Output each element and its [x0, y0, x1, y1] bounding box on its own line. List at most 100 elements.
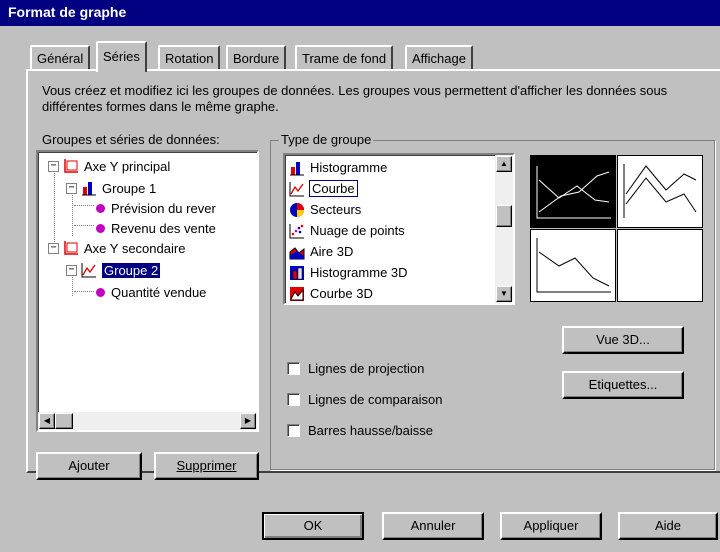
list-item-histogram-3d[interactable]: Histogramme 3D	[289, 262, 408, 283]
checkbox-box[interactable]	[287, 362, 300, 375]
list-vertical-scrollbar[interactable]	[495, 155, 513, 303]
button-label: Supprimer	[176, 458, 237, 473]
tree-node-label: Revenu des vente	[111, 220, 216, 236]
tree-node-label-selected: Groupe 2	[100, 261, 162, 279]
list-item-label: Courbe 3D	[310, 286, 373, 301]
scatter-chart-icon	[289, 223, 305, 239]
tab-label: Général	[37, 51, 84, 66]
checkbox-label: Lignes de comparaison	[308, 392, 443, 407]
list-item-label-focused: Courbe	[309, 180, 358, 197]
bar-chart-icon	[289, 160, 305, 176]
apply-button[interactable]: Appliquer	[500, 512, 602, 540]
list-item-area-3d[interactable]: Aire 3D	[289, 241, 353, 262]
delete-button[interactable]: Supprimer	[154, 452, 259, 480]
description-text: Vous créez et modifiez ici les groupes d…	[42, 83, 668, 114]
line-chart-preview-icon	[536, 238, 611, 293]
chart-preview-option[interactable]	[617, 155, 703, 228]
collapse-icon[interactable]: −	[48, 242, 59, 254]
tree-node-series[interactable]: Prévision du rever	[94, 198, 216, 218]
window-title-bar[interactable]: Format de graphe	[0, 0, 720, 26]
list-item-curve-3d[interactable]: Courbe 3D	[289, 283, 373, 304]
tab-label: Rotation	[165, 51, 214, 66]
line-chart-icon	[81, 262, 97, 278]
view-3d-button[interactable]: Vue 3D...	[562, 326, 684, 354]
tab-background[interactable]: Trame de fond	[295, 45, 394, 70]
scroll-right-icon[interactable]: ▶	[240, 413, 256, 429]
tree-label: Groupes et séries de données:	[42, 132, 220, 147]
tree-node-label: Axe Y principal	[84, 158, 171, 174]
list-item-pie[interactable]: Secteurs	[289, 199, 361, 220]
tree-node-group-1[interactable]: − Groupe 1	[66, 178, 156, 198]
tree-node-group-2[interactable]: − Groupe 2	[66, 260, 162, 280]
group-type-list[interactable]: Histogramme Courbe Secteurs Nuage de poi…	[283, 153, 515, 305]
checkbox-high-low-bars[interactable]: Barres hausse/baisse	[287, 423, 433, 438]
scroll-thumb[interactable]	[496, 205, 512, 227]
tab-display[interactable]: Affichage	[405, 45, 473, 70]
scroll-up-icon[interactable]: ▲	[496, 156, 512, 172]
list-item-histogram[interactable]: Histogramme	[289, 157, 387, 178]
tree-node-label: Prévision du rever	[111, 200, 216, 216]
tab-label: Trame de fond	[302, 51, 387, 66]
button-label: Ajouter	[68, 458, 110, 473]
collapse-icon[interactable]: −	[48, 160, 59, 172]
list-item-scatter[interactable]: Nuage de points	[289, 220, 405, 241]
series-marker-icon	[96, 287, 105, 297]
line-chart-preview-icon	[623, 164, 697, 218]
tab-series[interactable]: Séries	[96, 41, 147, 72]
line-chart-icon	[289, 181, 305, 197]
help-button[interactable]: Aide	[618, 512, 718, 540]
checkbox-label: Barres hausse/baisse	[308, 423, 434, 438]
scroll-down-icon[interactable]: ▼	[496, 286, 512, 302]
button-label: OK	[303, 518, 323, 533]
list-item-label: Aire 3D	[310, 244, 354, 259]
tab-label: Séries	[103, 49, 140, 64]
bar-3d-icon	[289, 265, 305, 281]
checkbox-label: Lignes de projection	[308, 361, 425, 376]
tree-node-primary-y-axis[interactable]: − Axe Y principal	[48, 156, 170, 176]
tab-label: Bordure	[233, 51, 280, 66]
list-item-curve[interactable]: Courbe	[289, 178, 358, 199]
labels-button[interactable]: Etiquettes...	[562, 371, 684, 399]
checkbox-comparison-lines[interactable]: Lignes de comparaison	[287, 392, 442, 407]
axis-icon	[63, 240, 79, 256]
chart-preview-empty[interactable]	[617, 229, 703, 302]
tree-node-label: Axe Y secondaire	[84, 240, 186, 256]
scroll-left-icon[interactable]: ◀	[39, 413, 55, 429]
button-label: Annuler	[410, 518, 456, 533]
chart-preview-option[interactable]	[530, 229, 616, 302]
tab-general[interactable]: Général	[30, 45, 91, 70]
tree-node-secondary-y-axis[interactable]: − Axe Y secondaire	[48, 238, 185, 258]
series-marker-icon	[96, 223, 105, 233]
checkbox-projection-lines[interactable]: Lignes de projection	[287, 361, 424, 376]
axis-icon	[63, 158, 79, 174]
add-button[interactable]: Ajouter	[36, 452, 142, 480]
chart-preview-selected[interactable]	[530, 155, 616, 228]
tab-label: Affichage	[412, 51, 466, 66]
list-item-label: Secteurs	[310, 202, 362, 217]
bar-chart-icon	[81, 180, 97, 196]
series-tree[interactable]: − Axe Y principal − Groupe 1 Prévision d…	[36, 150, 259, 432]
group-type-title: Type de groupe	[279, 132, 374, 147]
tree-node-label: Quantité vendue	[111, 284, 207, 300]
checkbox-box[interactable]	[287, 424, 300, 437]
tab-rotation[interactable]: Rotation	[158, 45, 221, 70]
collapse-icon[interactable]: −	[66, 182, 77, 194]
cancel-button[interactable]: Annuler	[382, 512, 484, 540]
tree-node-series[interactable]: Quantité vendue	[94, 282, 206, 302]
line-chart-preview-icon	[536, 166, 611, 219]
pie-chart-icon	[289, 202, 305, 218]
area-3d-icon	[289, 244, 305, 260]
list-item-label: Histogramme 3D	[310, 265, 408, 280]
scroll-thumb[interactable]	[55, 413, 73, 429]
list-item-label: Histogramme	[310, 160, 388, 175]
button-label: Etiquettes...	[588, 377, 658, 392]
collapse-icon[interactable]: −	[66, 264, 77, 276]
tab-border[interactable]: Bordure	[226, 45, 287, 70]
ok-button[interactable]: OK	[262, 512, 364, 540]
button-label: Appliquer	[523, 518, 579, 533]
line-3d-icon	[289, 286, 305, 302]
tree-node-series[interactable]: Revenu des vente	[94, 218, 216, 238]
checkbox-box[interactable]	[287, 393, 300, 406]
list-item-label: Nuage de points	[310, 223, 405, 238]
window-title: Format de graphe	[8, 4, 127, 20]
